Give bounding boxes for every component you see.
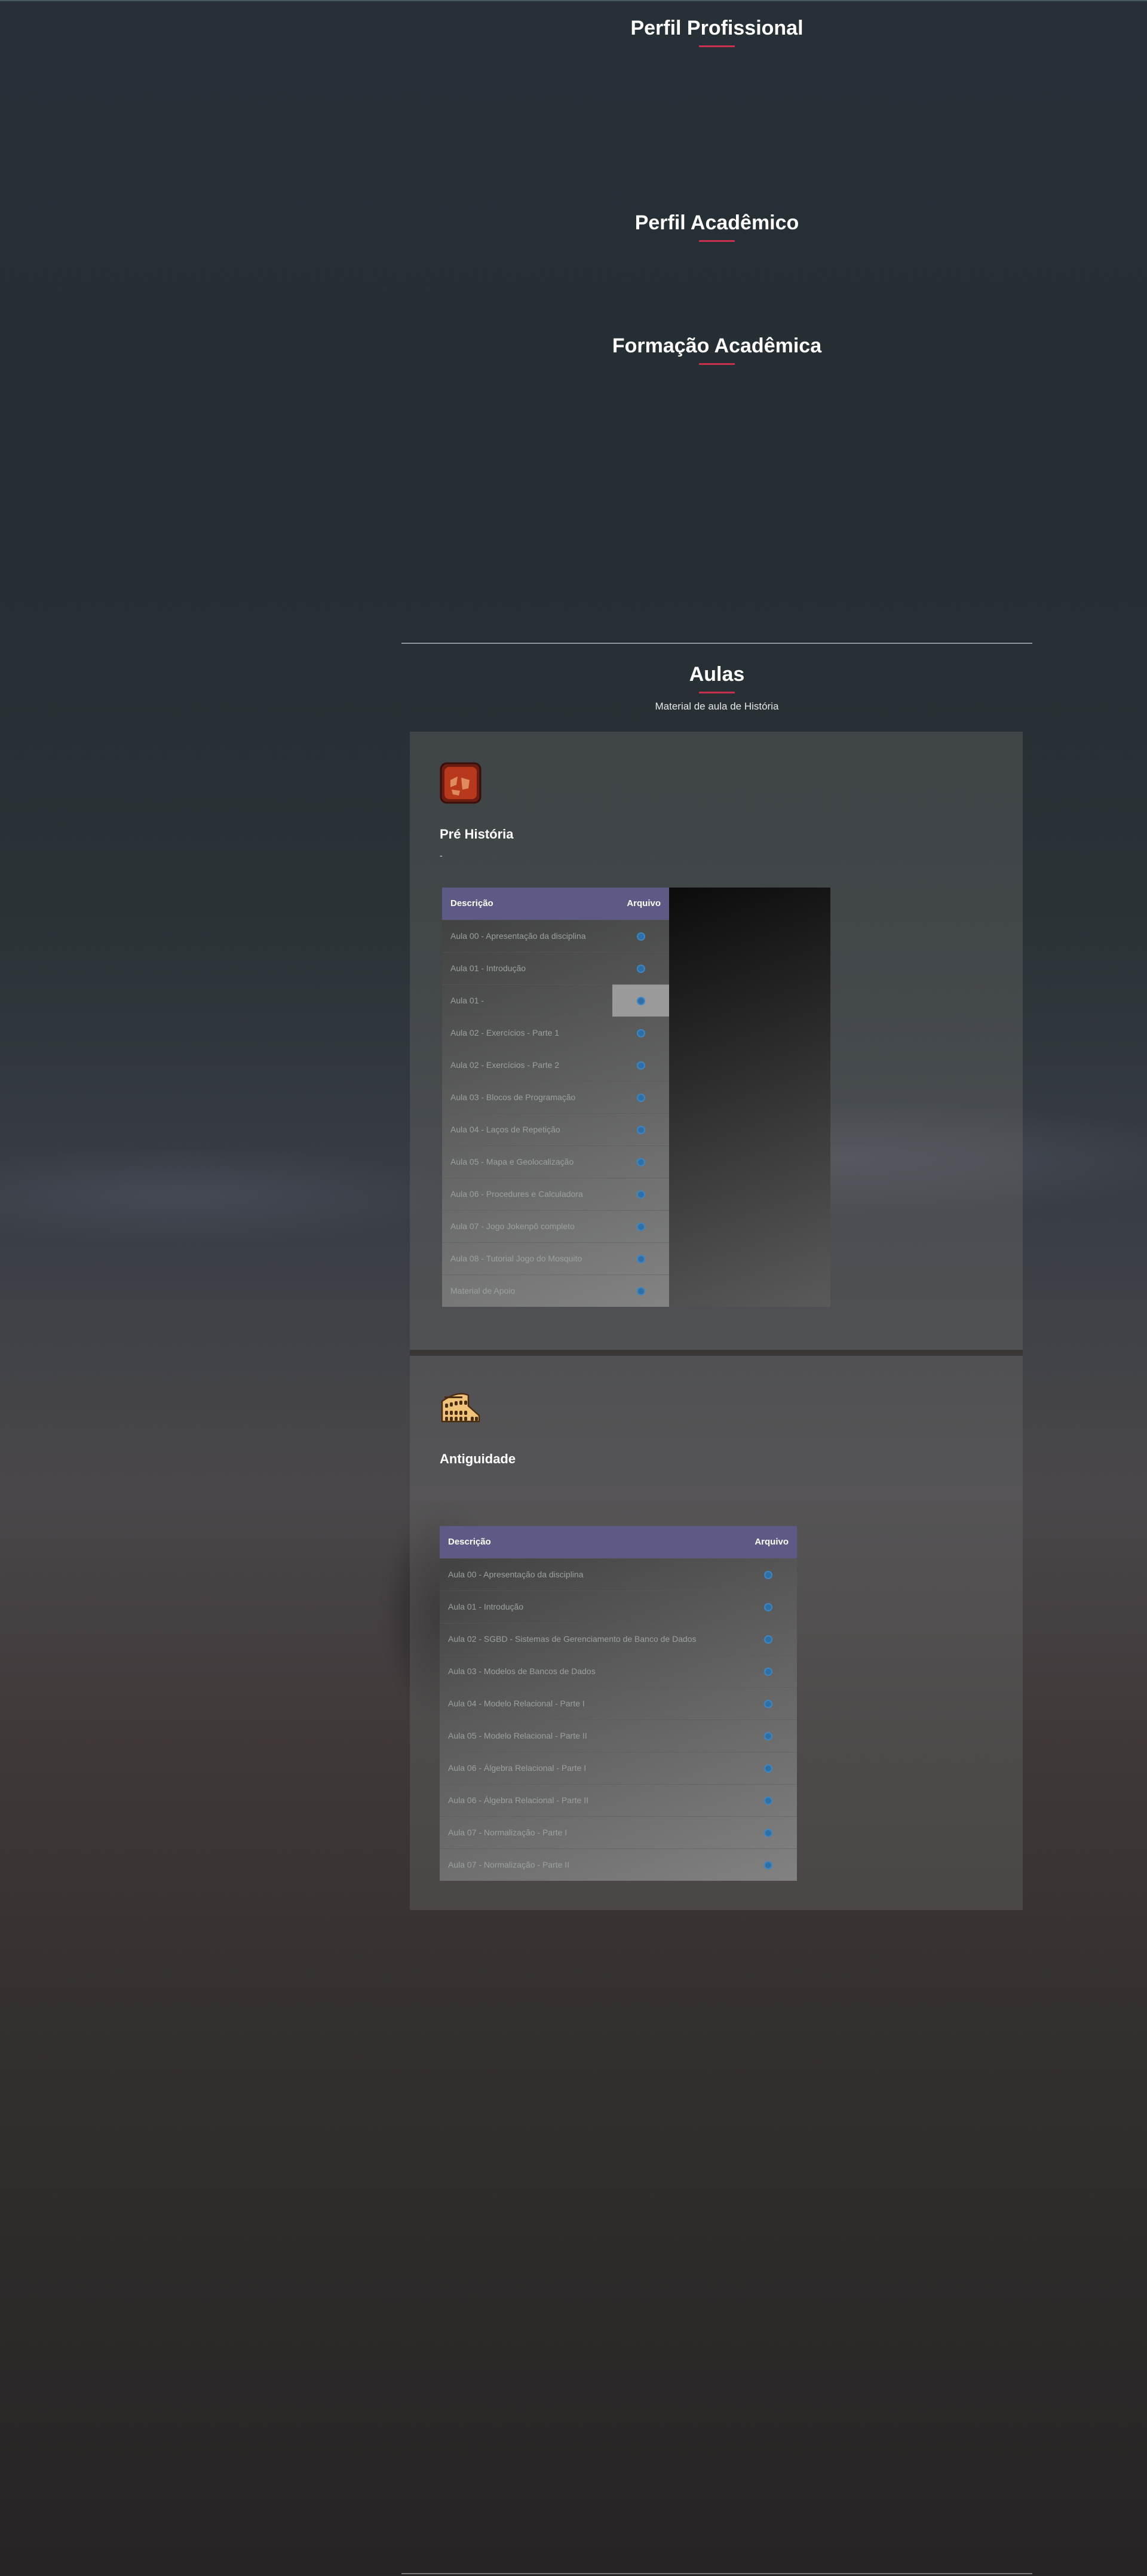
card-title: Pré História	[440, 827, 514, 842]
document-link-icon[interactable]	[636, 1094, 645, 1103]
card-separator	[410, 1350, 1023, 1356]
section-divider	[401, 643, 1032, 644]
document-link-icon[interactable]	[636, 1255, 645, 1264]
table-row: Aula 00 - Apresentação da disciplina	[440, 1558, 797, 1591]
lesson-description: Aula 00 - Apresentação da disciplina	[440, 1558, 740, 1591]
table-row: Aula 06 - Álgebra Relacional - Parte I	[440, 1751, 797, 1784]
lesson-description: Aula 02 - Exercícios - Parte 2	[442, 1048, 613, 1081]
lessons-table: Descrição Arquivo Aula 00 - Apresentação…	[442, 888, 669, 1307]
table-row: Aula 03 - Blocos de Programação	[442, 1080, 669, 1113]
section-title-profissional: Perfil Profissional	[630, 17, 803, 39]
lesson-description: Aula 01 -	[442, 984, 613, 1017]
document-link-icon[interactable]	[636, 997, 645, 1006]
section-title-aulas: Aulas	[689, 663, 745, 686]
lesson-description: Aula 01 - Introdução	[442, 951, 613, 984]
card-subtitle: -	[440, 851, 443, 860]
table-row: Aula 08 - Tutorial Jogo do Mosquito	[442, 1242, 669, 1275]
document-link-icon[interactable]	[764, 1700, 773, 1709]
lesson-description: Aula 07 - Normalização - Parte II	[440, 1848, 740, 1881]
lesson-description: Aula 03 - Modelos de Bancos de Dados	[440, 1654, 740, 1687]
lesson-description: Aula 00 - Apresentação da disciplina	[442, 919, 613, 952]
lesson-description: Aula 04 - Modelo Relacional - Parte I	[440, 1687, 740, 1720]
lesson-description: Aula 07 - Normalização - Parte I	[440, 1816, 740, 1849]
lesson-description: Aula 01 - Introdução	[440, 1590, 740, 1623]
document-link-icon[interactable]	[636, 1223, 645, 1232]
lesson-description: Aula 03 - Blocos de Programação	[442, 1080, 613, 1113]
title-underline	[699, 692, 735, 693]
section-title-formacao: Formação Acadêmica	[612, 334, 822, 357]
section-title-academico: Perfil Acadêmico	[634, 211, 799, 234]
table-row: Aula 05 - Mapa e Geolocalização	[442, 1145, 669, 1178]
document-link-icon[interactable]	[636, 932, 645, 941]
document-link-icon[interactable]	[636, 1158, 645, 1167]
document-link-icon[interactable]	[764, 1829, 773, 1838]
bottom-border	[401, 2573, 1032, 2574]
document-link-icon[interactable]	[764, 1668, 773, 1677]
lesson-description: Aula 05 - Modelo Relacional - Parte II	[440, 1719, 740, 1752]
lesson-description: Aula 02 - Exercícios - Parte 1	[442, 1016, 613, 1049]
table-row: Material de Apoio	[442, 1274, 669, 1307]
table-row: Aula 07 - Normalização - Parte II	[440, 1848, 797, 1881]
lesson-description: Aula 05 - Mapa e Geolocalização	[442, 1145, 613, 1178]
lesson-description: Aula 02 - SGBD - Sistemas de Gerenciamen…	[440, 1622, 740, 1655]
document-link-icon[interactable]	[636, 1029, 645, 1038]
table-row: Aula 05 - Modelo Relacional - Parte II	[440, 1719, 797, 1752]
document-link-icon[interactable]	[764, 1797, 773, 1806]
column-header-descricao[interactable]: Descrição	[440, 1526, 740, 1558]
document-link-icon[interactable]	[764, 1732, 773, 1741]
title-underline	[699, 45, 735, 47]
column-header-arquivo[interactable]: Arquivo	[740, 1526, 797, 1558]
document-link-icon[interactable]	[636, 965, 645, 974]
document-link-icon[interactable]	[764, 1861, 773, 1870]
table-row: Aula 02 - Exercícios - Parte 2	[442, 1048, 669, 1081]
lesson-description: Aula 04 - Laços de Repetição	[442, 1113, 613, 1146]
table-row: Aula 07 - Jogo Jokenpô completo	[442, 1209, 669, 1242]
table-row: Aula 06 - Álgebra Relacional - Parte II	[440, 1783, 797, 1816]
preview-panel	[669, 888, 830, 1307]
document-link-icon[interactable]	[764, 1764, 773, 1773]
table-row: Aula 03 - Modelos de Bancos de Dados	[440, 1654, 797, 1687]
table-row: Aula 02 - SGBD - Sistemas de Gerenciamen…	[440, 1622, 797, 1655]
lessons-table: Descrição Arquivo Aula 00 - Apresentação…	[440, 1526, 797, 1881]
lesson-description: Aula 06 - Procedures e Calculadora	[442, 1177, 613, 1210]
document-link-icon[interactable]	[636, 1126, 645, 1135]
lesson-description: Aula 07 - Jogo Jokenpô completo	[442, 1209, 613, 1242]
colosseum-icon	[441, 1393, 480, 1423]
table-row: Aula 00 - Apresentação da disciplina	[442, 919, 669, 952]
document-link-icon[interactable]	[636, 1061, 645, 1070]
document-link-icon[interactable]	[764, 1603, 773, 1612]
document-link-icon[interactable]	[764, 1635, 773, 1644]
table-row: Aula 04 - Modelo Relacional - Parte I	[440, 1687, 797, 1720]
table-row: Aula 04 - Laços de Repetição	[442, 1113, 669, 1146]
column-header-descricao[interactable]: Descrição	[442, 888, 613, 920]
document-link-icon[interactable]	[764, 1571, 773, 1580]
column-header-arquivo[interactable]: Arquivo	[612, 888, 669, 920]
lesson-description: Aula 06 - Álgebra Relacional - Parte II	[440, 1783, 740, 1816]
lesson-description: Aula 06 - Álgebra Relacional - Parte I	[440, 1751, 740, 1784]
aulas-subtitle: Material de aula de História	[655, 701, 779, 712]
amber-stone-icon	[440, 762, 482, 804]
table-row: Aula 07 - Normalização - Parte I	[440, 1816, 797, 1849]
document-link-icon[interactable]	[636, 1190, 645, 1199]
lesson-description: Aula 08 - Tutorial Jogo do Mosquito	[442, 1242, 613, 1275]
table-row: Aula 01 - Introdução	[442, 951, 669, 984]
table-row: Aula 01 -	[442, 984, 669, 1017]
title-underline	[699, 240, 735, 242]
table-row: Aula 06 - Procedures e Calculadora	[442, 1177, 669, 1210]
document-link-icon[interactable]	[636, 1287, 645, 1296]
lesson-description: Material de Apoio	[442, 1274, 613, 1307]
table-row: Aula 01 - Introdução	[440, 1590, 797, 1623]
card-title: Antiguidade	[440, 1451, 516, 1466]
top-border	[0, 0, 1147, 1]
table-row: Aula 02 - Exercícios - Parte 1	[442, 1016, 669, 1049]
title-underline	[699, 363, 735, 365]
